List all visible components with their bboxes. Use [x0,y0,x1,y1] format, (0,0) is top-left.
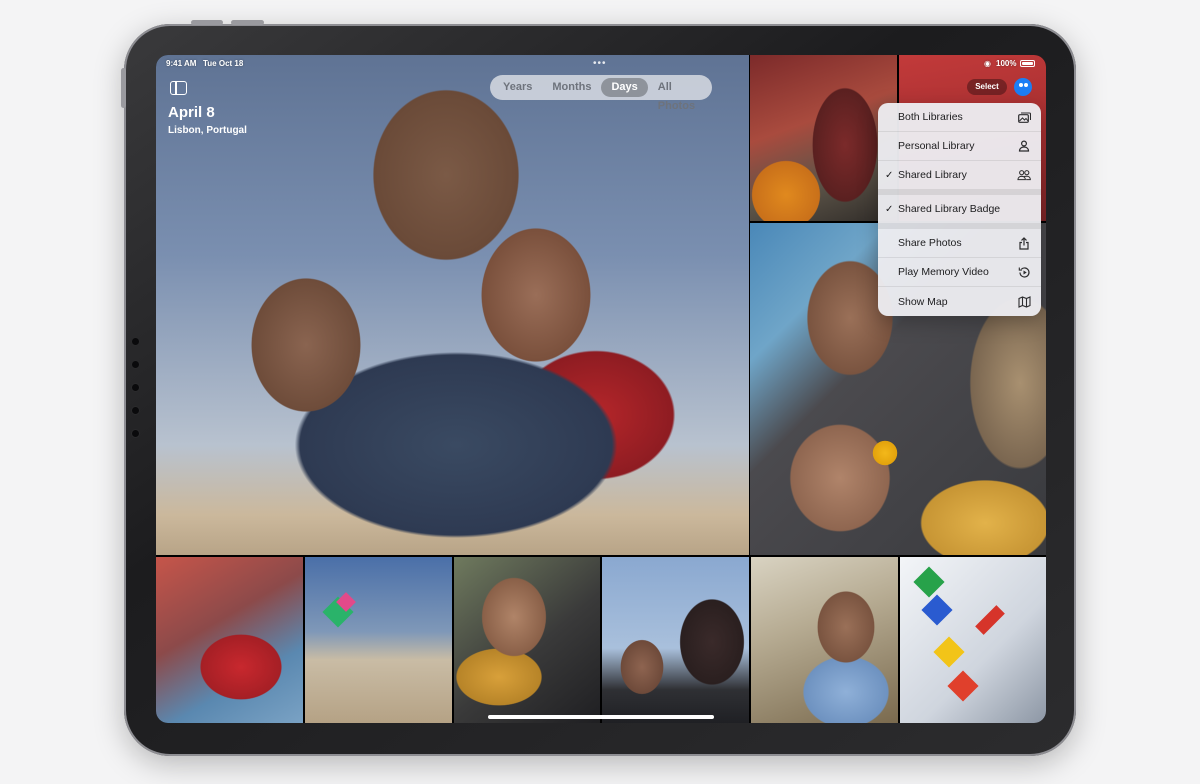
multitasking-dots-icon[interactable]: ••• [593,58,607,69]
library-people-icon[interactable] [1014,78,1032,96]
sidebar-toggle-icon[interactable] [170,81,187,95]
photo-tile[interactable] [305,557,452,723]
page-title: April 8 [168,104,215,121]
side-button [121,68,126,108]
menu-item-label: Share Photos [898,237,962,249]
menu-item-both-libraries[interactable]: Both Libraries [878,103,1041,132]
top-button [231,20,264,25]
kite-shape [913,566,945,598]
menu-item-label: Show Map [898,295,948,308]
select-button[interactable]: Select [967,79,1007,95]
menu-item-shared-library-badge[interactable]: ✓ Shared Library Badge [878,195,1041,224]
library-menu: Both Libraries Personal Library ✓ Shared… [878,103,1041,316]
checkmark-icon: ✓ [885,203,894,215]
view-segmented-control: Years Months Days All Photos [490,75,712,112]
location-subtitle: Lisbon, Portugal [168,125,247,136]
menu-item-label: Shared Library Badge [898,203,1001,215]
map-icon [1017,295,1031,309]
photo-tile[interactable] [454,557,600,723]
menu-item-label: Both Libraries [898,111,963,123]
checkmark-icon: ✓ [885,169,894,181]
photo-tile[interactable] [750,55,897,221]
menu-item-shared-library[interactable]: ✓ Shared Library [878,161,1041,190]
two-people-icon [1017,168,1031,182]
camera-sensors [132,338,140,453]
status-time: 9:41 AM [166,59,197,68]
photo-tile[interactable] [602,557,749,723]
kite-shape [933,636,965,668]
tab-years[interactable]: Years [493,78,542,97]
screen: 9:41 AM Tue Oct 18 ••• ◉ 100% April 8 Li… [156,55,1046,723]
play-memory-icon [1017,265,1031,279]
kite-shape [975,605,1005,635]
menu-item-play-memory-video[interactable]: Play Memory Video [878,258,1041,287]
tab-months[interactable]: Months [542,78,601,97]
share-icon [1017,236,1031,250]
photo-tile[interactable] [751,557,898,723]
menu-item-label: Play Memory Video [898,266,989,278]
kite-shape [947,670,979,702]
menu-item-personal-library[interactable]: Personal Library [878,132,1041,161]
menu-item-share-photos[interactable]: Share Photos [878,229,1041,258]
status-date: Tue Oct 18 [203,59,244,68]
top-button [191,20,223,25]
person-icon [1017,139,1031,153]
photo-tile[interactable] [156,557,303,723]
battery-icon [1020,60,1035,67]
status-battery: 100% [996,59,1017,68]
menu-item-show-map[interactable]: Show Map [878,287,1041,316]
kite-shape [921,594,953,626]
home-indicator[interactable] [488,715,714,719]
photo-stack-icon [1017,110,1031,124]
tab-days[interactable]: Days [601,78,648,97]
tab-all-photos[interactable]: All Photos [648,78,709,112]
wifi-icon: ◉ [984,59,991,68]
photo-tile[interactable] [900,557,1046,723]
menu-item-label: Personal Library [898,140,975,152]
menu-item-label: Shared Library [898,169,967,181]
